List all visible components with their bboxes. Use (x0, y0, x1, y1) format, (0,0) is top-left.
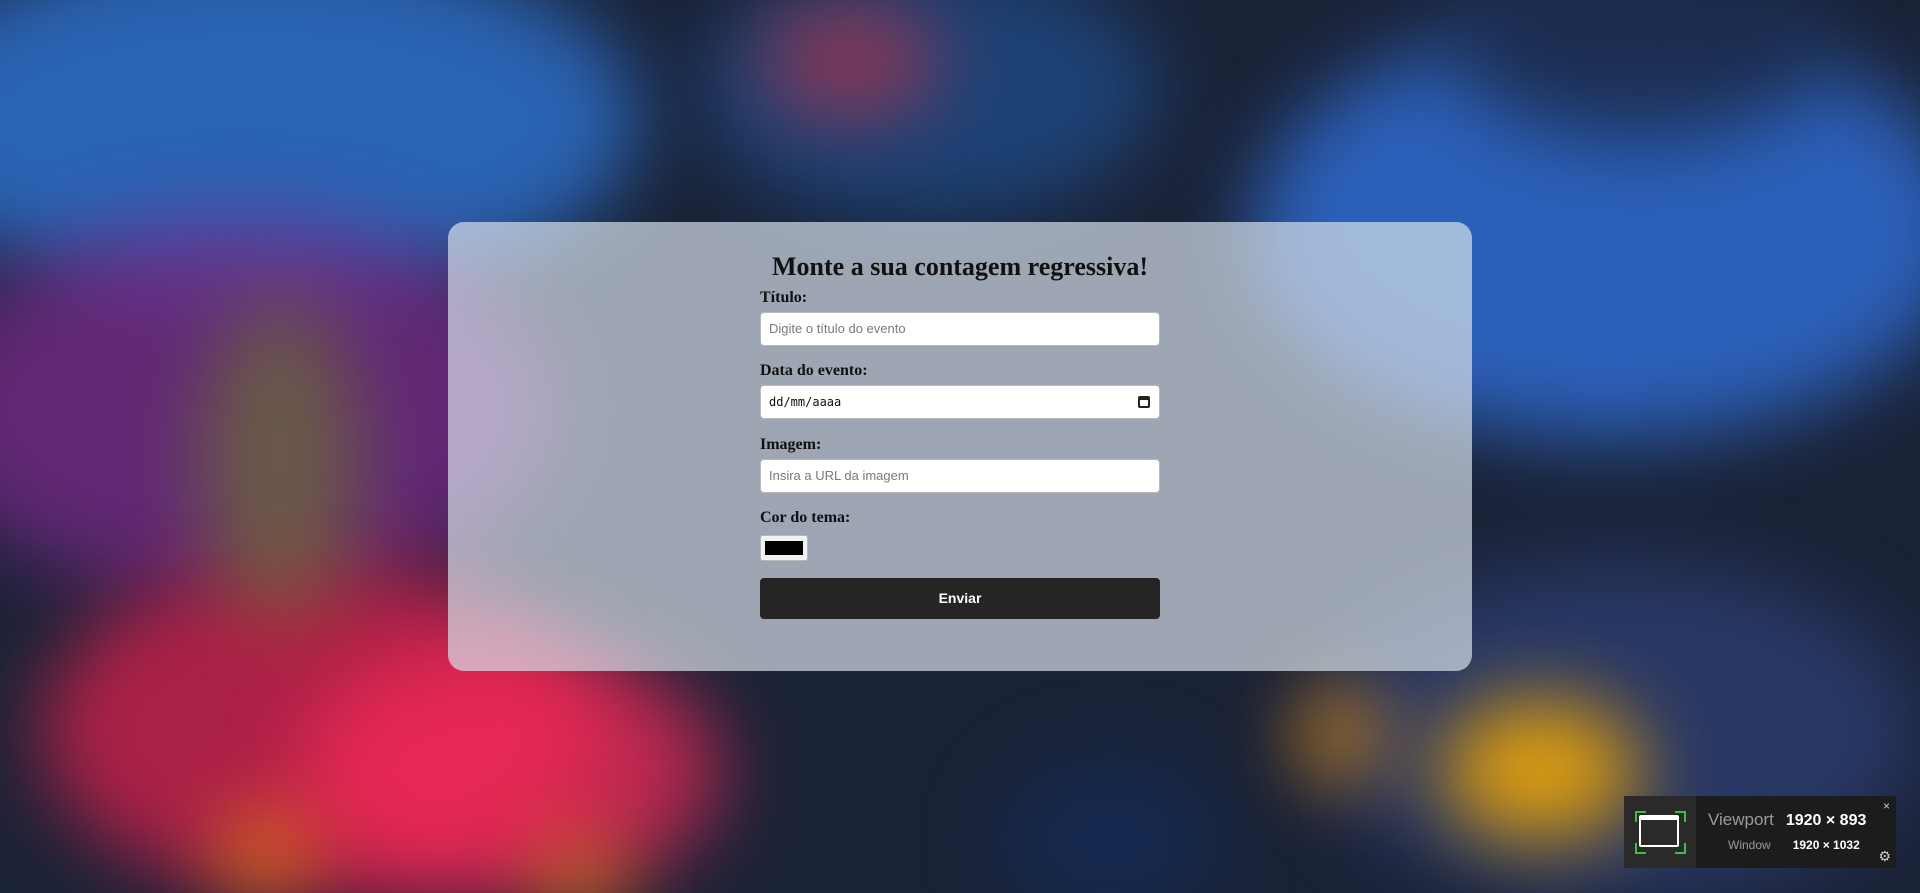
countdown-form-card: Monte a sua contagem regressiva! Título:… (448, 222, 1472, 671)
title-label: Título: (760, 289, 808, 306)
window-label: Window (1728, 838, 1771, 852)
corner-marker (1675, 811, 1686, 822)
gear-icon[interactable]: ⚙ (1878, 848, 1891, 865)
corner-marker (1675, 843, 1686, 854)
corner-marker (1635, 811, 1646, 822)
page-title: Monte a sua contagem regressiva! (772, 252, 1148, 281)
corner-marker (1635, 843, 1646, 854)
viewport-icon-panel (1624, 796, 1696, 868)
calendar-icon[interactable] (1138, 396, 1150, 408)
viewport-size: 1920 × 893 (1785, 812, 1867, 829)
date-input[interactable]: dd/mm/aaaa (760, 385, 1160, 419)
theme-color-swatch (765, 541, 803, 555)
title-input[interactable]: Digite o título do evento (760, 312, 1160, 346)
image-url-input[interactable]: Insira a URL da imagem (760, 459, 1160, 493)
date-input-value: dd/mm/aaaa (769, 395, 842, 409)
submit-button[interactable]: Enviar (760, 578, 1160, 619)
title-input-placeholder: Digite o título do evento (769, 321, 906, 336)
close-icon[interactable]: × (1883, 799, 1890, 813)
window-size: 1920 × 1032 (1792, 838, 1860, 852)
theme-color-label: Cor do tema: (760, 509, 851, 526)
theme-color-picker[interactable] (760, 535, 808, 561)
image-url-input-placeholder: Insira a URL da imagem (769, 468, 909, 483)
viewport-row: Viewport 1920 × 893 (1708, 810, 1866, 830)
viewport-size-widget: Viewport 1920 × 893 Window 1920 × 1032 × ⚙ (1624, 796, 1896, 868)
window-row: Window 1920 × 1032 (1728, 838, 1860, 852)
countdown-form: Monte a sua contagem regressiva! Título:… (760, 222, 1160, 619)
image-label: Imagem: (760, 436, 822, 453)
date-label: Data do evento: (760, 362, 868, 379)
viewport-label: Viewport (1708, 810, 1774, 829)
